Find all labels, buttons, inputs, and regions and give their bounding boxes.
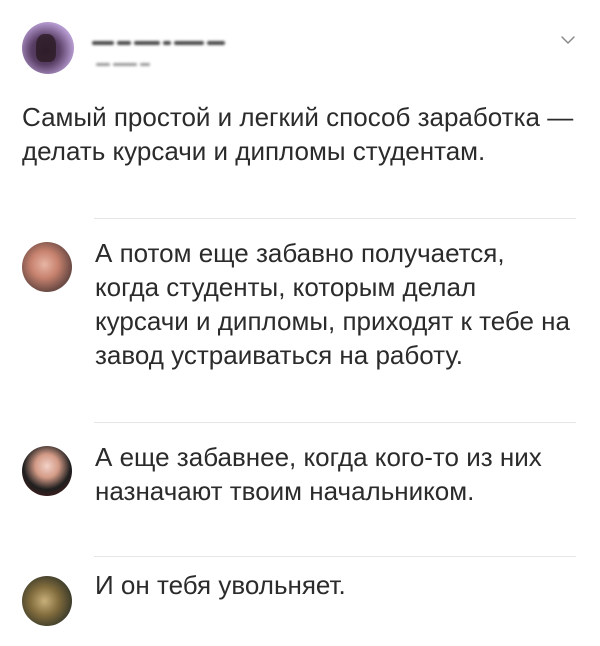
reply-item: И он тебя увольняет. bbox=[0, 568, 600, 638]
reply-text: И он тебя увольняет. bbox=[95, 570, 346, 600]
divider bbox=[94, 422, 576, 423]
post-text: Самый простой и легкий способ заработка … bbox=[22, 102, 574, 166]
reply-text: А потом еще забавно получается, когда ст… bbox=[95, 238, 570, 370]
divider bbox=[94, 556, 576, 557]
reply-item: А потом еще забавно получается, когда ст… bbox=[0, 236, 600, 416]
post-header bbox=[0, 0, 600, 90]
chevron-down-icon[interactable] bbox=[560, 32, 576, 48]
reply-avatar[interactable] bbox=[22, 242, 72, 292]
reply-avatar[interactable] bbox=[22, 446, 72, 496]
reply-avatar[interactable] bbox=[22, 576, 72, 626]
author-avatar[interactable] bbox=[22, 22, 74, 74]
reply-item: А еще забавнее, когда кого-то из них наз… bbox=[0, 440, 600, 550]
author-handle-redacted bbox=[96, 56, 166, 67]
author-name-redacted[interactable] bbox=[92, 34, 252, 45]
divider bbox=[94, 218, 576, 219]
reply-text: А еще забавнее, когда кого-то из них наз… bbox=[95, 442, 542, 506]
